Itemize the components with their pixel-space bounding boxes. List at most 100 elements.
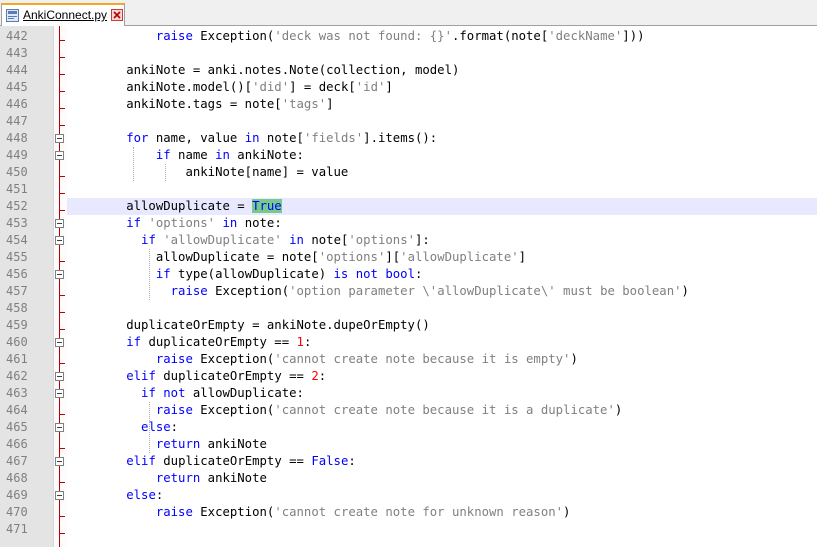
fold-end-tick	[59, 57, 65, 58]
fold-toggle-icon[interactable]	[55, 491, 64, 500]
line-number: 451	[6, 182, 28, 196]
code-line[interactable]	[67, 113, 817, 130]
code-line[interactable]: if duplicateOrEmpty == 1:	[67, 334, 817, 351]
tab-label: AnkiConnect.py	[23, 8, 108, 22]
current-code-line[interactable]: allowDuplicate = True	[67, 198, 817, 215]
code-line[interactable]: return ankiNote	[67, 470, 817, 487]
code-line[interactable]: else:	[67, 419, 817, 436]
code-line[interactable]	[67, 45, 817, 62]
fold-toggle-icon[interactable]	[55, 270, 64, 279]
line-number: 467	[6, 454, 28, 468]
fold-toggle-icon[interactable]	[55, 457, 64, 466]
code-line[interactable]: raise Exception('cannot create note beca…	[67, 402, 817, 419]
code-line[interactable]: raise Exception('deck was not found: {}'…	[67, 28, 817, 45]
fold-end-tick	[59, 74, 65, 75]
fold-end-tick	[59, 176, 65, 177]
code-line[interactable]: if type(allowDuplicate) is not bool:	[67, 266, 817, 283]
code-line[interactable]: raise Exception('option parameter \'allo…	[67, 283, 817, 300]
fold-toggle-icon[interactable]	[55, 389, 64, 398]
fold-toggle-icon[interactable]	[55, 338, 64, 347]
line-number: 452	[6, 199, 28, 213]
fold-end-tick	[59, 210, 65, 211]
close-icon[interactable]	[111, 9, 123, 21]
line-number: 449	[6, 148, 28, 162]
indent-guide	[149, 402, 150, 453]
fold-toggle-icon[interactable]	[55, 151, 64, 160]
code-line[interactable]: elif duplicateOrEmpty == 2:	[67, 368, 817, 385]
fold-end-tick	[59, 516, 65, 517]
fold-end-tick	[59, 261, 65, 262]
line-number: 461	[6, 352, 28, 366]
fold-toggle-icon[interactable]	[55, 219, 64, 228]
line-number: 444	[6, 63, 28, 77]
code-line[interactable]: if 'allowDuplicate' in note['options']:	[67, 232, 817, 249]
line-number: 469	[6, 488, 28, 502]
python-file-icon	[6, 9, 19, 22]
fold-end-tick	[59, 91, 65, 92]
fold-end-tick	[59, 363, 65, 364]
line-number: 458	[6, 301, 28, 315]
code-line[interactable]: else:	[67, 487, 817, 504]
code-line[interactable]: allowDuplicate = note['options']['allowD…	[67, 249, 817, 266]
code-line[interactable]: ankiNote[name] = value	[67, 164, 817, 181]
line-number: 468	[6, 471, 28, 485]
code-line[interactable]: raise Exception('cannot create note beca…	[67, 351, 817, 368]
fold-end-tick	[59, 193, 65, 194]
indent-guide	[149, 249, 150, 300]
fold-end-tick	[59, 125, 65, 126]
fold-end-tick	[59, 312, 65, 313]
code-line[interactable]: for name, value in note['fields'].items(…	[67, 130, 817, 147]
fold-end-tick	[59, 40, 65, 41]
line-number: 447	[6, 114, 28, 128]
line-number: 456	[6, 267, 28, 281]
line-number: 455	[6, 250, 28, 264]
line-number: 464	[6, 403, 28, 417]
line-number: 448	[6, 131, 28, 145]
code-line[interactable]: return ankiNote	[67, 436, 817, 453]
fold-toggle-icon[interactable]	[55, 236, 64, 245]
code-editor[interactable]: 442 443 444 445 446 447 448 449 450 451 452 453 454 4…	[0, 26, 817, 547]
code-line[interactable]	[67, 521, 817, 538]
code-line[interactable]: elif duplicateOrEmpty == False:	[67, 453, 817, 470]
fold-end-tick	[59, 448, 65, 449]
code-line[interactable]: duplicateOrEmpty = ankiNote.dupeOrEmpty(…	[67, 317, 817, 334]
fold-range-line	[59, 26, 60, 547]
code-line[interactable]	[67, 300, 817, 317]
fold-end-tick	[59, 329, 65, 330]
fold-end-tick	[59, 533, 65, 534]
line-number: 450	[6, 165, 28, 179]
fold-end-tick	[59, 108, 65, 109]
line-number: 470	[6, 505, 28, 519]
code-line[interactable]: if name in ankiNote:	[67, 147, 817, 164]
line-number: 460	[6, 335, 28, 349]
indent-guide	[165, 164, 166, 181]
code-area[interactable]: raise Exception('deck was not found: {}'…	[67, 26, 817, 547]
code-line[interactable]: ankiNote = anki.notes.Note(collection, m…	[67, 62, 817, 79]
line-number: 442	[6, 29, 28, 43]
code-line[interactable]: ankiNote.tags = note['tags']	[67, 96, 817, 113]
line-number: 454	[6, 233, 28, 247]
fold-toggle-icon[interactable]	[55, 423, 64, 432]
code-line[interactable]: if not allowDuplicate:	[67, 385, 817, 402]
fold-end-tick	[59, 414, 65, 415]
code-line[interactable]: if 'options' in note:	[67, 215, 817, 232]
line-number: 457	[6, 284, 28, 298]
line-number-gutter: 442 443 444 445 446 447 448 449 450 451 452 453 454 4…	[0, 26, 53, 547]
code-line[interactable]: ankiNote.model()['did'] = deck['id']	[67, 79, 817, 96]
line-number: 446	[6, 97, 28, 111]
line-number: 445	[6, 80, 28, 94]
code-line[interactable]	[67, 181, 817, 198]
tab-ankiconnect-py[interactable]: AnkiConnect.py	[1, 3, 125, 26]
line-number: 466	[6, 437, 28, 451]
line-number: 471	[6, 522, 28, 536]
code-line[interactable]: raise Exception('cannot create note for …	[67, 504, 817, 521]
line-number: 443	[6, 46, 28, 60]
line-number: 463	[6, 386, 28, 400]
tab-bar: AnkiConnect.py	[0, 0, 817, 26]
fold-toggle-icon[interactable]	[55, 134, 64, 143]
line-number: 453	[6, 216, 28, 230]
indent-guide	[133, 147, 134, 181]
line-number: 465	[6, 420, 28, 434]
fold-toggle-icon[interactable]	[55, 372, 64, 381]
fold-end-tick	[59, 482, 65, 483]
